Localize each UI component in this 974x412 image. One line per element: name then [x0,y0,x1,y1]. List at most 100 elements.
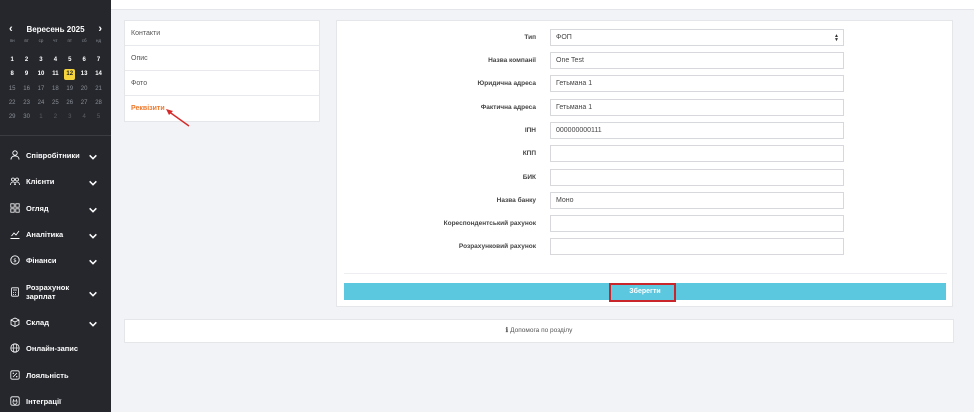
calendar-day[interactable]: 2 [48,110,62,124]
sidebar-item-label: Склад [26,317,49,327]
calendar-day[interactable]: 27 [77,96,91,110]
calendar-day[interactable]: 1 [34,110,48,124]
calendar-next-button[interactable]: › [98,23,102,35]
actual-address-label: Фактична адреса [480,104,536,111]
calendar-day[interactable]: 26 [63,96,77,110]
kpp-field[interactable] [550,145,844,162]
calendar-day[interactable]: 18 [48,82,62,96]
calendar-day[interactable]: 28 [91,96,105,110]
type-label: Тип [524,34,536,41]
sidebar-item-analytics[interactable]: Аналітика [0,224,111,244]
chevron-down-icon [89,180,97,186]
settlement-account-field[interactable] [550,238,844,255]
legal-address-label: Юридична адреса [477,80,536,87]
corr-account-field[interactable] [550,215,844,232]
calendar-day[interactable]: 22 [5,96,19,110]
sidebar-item-clients[interactable]: Клієнти [0,171,111,191]
ipn-label: ІПН [524,127,536,134]
user-icon [10,150,20,160]
form-row-bank-name: Назва банку Моно [337,192,954,209]
coin-icon: $ [10,255,20,265]
calendar-day[interactable]: 4 [77,110,91,124]
form-row-legal-address: Юридична адреса Гетьмана 1 [337,75,954,92]
sidebar-item-label: Співробітники [26,150,80,160]
calendar-today[interactable]: 12 [64,69,76,81]
weekday-label: пт [67,38,73,43]
form-row-company: Назва компанії One Test [337,52,954,69]
legal-address-field[interactable]: Гетьмана 1 [550,75,844,92]
chevron-down-icon [89,233,97,239]
chevron-down-icon [89,259,97,265]
calendar-day[interactable]: 3 [63,110,77,124]
calendar-day[interactable]: 11 [48,67,62,81]
calendar-day[interactable]: 9 [19,67,33,81]
company-name-label: Назва компанії [488,57,536,64]
sidebar-item-label: Аналітика [26,229,64,239]
calendar-day[interactable]: 5 [63,53,77,67]
sidebar-item-employees[interactable]: Співробітники [0,145,111,165]
calendar-day[interactable]: 19 [63,82,77,96]
plug-icon [10,396,20,406]
tab-contacts[interactable]: Контакти [125,21,319,46]
calendar-day[interactable]: 20 [77,82,91,96]
tab-requisites[interactable]: Реквізити [125,96,319,121]
sidebar-item-warehouse[interactable]: Склад [0,312,111,332]
calendar-day[interactable]: 23 [19,96,33,110]
calendar-day[interactable]: 25 [48,96,62,110]
sidebar-item-label: Розрахунок зарплат [26,283,70,301]
actual-address-field[interactable]: Гетьмана 1 [550,99,844,116]
calendar-month-title: Вересень 2025 [26,24,85,34]
form-row-type: Тип ФОП ▲ ▼ [337,29,954,46]
calendar-day[interactable]: 7 [91,53,105,67]
bik-label: БИК [522,174,536,181]
select-arrows-icon: ▲ ▼ [834,33,839,43]
company-name-field[interactable]: One Test [550,52,844,69]
sidebar-item-payroll[interactable]: Розрахунок зарплат [0,280,111,304]
tab-description[interactable]: Опис [125,46,319,71]
grid-icon [10,203,20,213]
chevron-down-icon [89,321,97,327]
calendar-day[interactable]: 17 [34,82,48,96]
ipn-field[interactable]: 000000000111 [550,122,844,139]
sidebar-item-label: Лояльність [26,370,69,380]
calendar-day[interactable]: 29 [5,110,19,124]
sidebar-item-overview[interactable]: Огляд [0,198,111,218]
bank-name-field[interactable]: Моно [550,192,844,209]
weekday-label: вт [24,38,29,43]
calendar-day[interactable]: 13 [77,67,91,81]
sidebar-item-finance[interactable]: $ Фінанси [0,250,111,270]
clients-icon [10,177,20,186]
calendar-day[interactable]: 14 [91,67,105,81]
calendar-day[interactable]: 12 [63,67,77,81]
save-button-label: Зберегти [629,288,661,295]
calendar-day[interactable]: 2 [19,53,33,67]
sidebar-item-online-booking[interactable]: Онлайн-запис [0,338,111,358]
calendar-day[interactable]: 21 [91,82,105,96]
requisites-form: Тип ФОП ▲ ▼ Назва компанії One Test Юриди… [336,20,953,307]
calendar-header: ‹ Вересень 2025 › [0,22,111,36]
calendar-day[interactable]: 16 [19,82,33,96]
section-tabs: Контакти Опис Фото Реквізити [124,20,320,122]
help-label: Допомога по розділу [510,327,573,334]
sidebar-item-loyalty[interactable]: Лояльність [0,365,111,385]
calendar-day[interactable]: 3 [34,53,48,67]
form-row-kpp: КПП [337,145,954,162]
sidebar-item-integrations[interactable]: Інтеграції [0,391,111,411]
calendar-day[interactable]: 30 [19,110,33,124]
chevron-down-icon [89,207,97,213]
calendar-day[interactable]: 10 [34,67,48,81]
calendar-day[interactable]: 15 [5,82,19,96]
tab-photo[interactable]: Фото [125,71,319,96]
calendar-day[interactable]: 6 [77,53,91,67]
percent-icon [10,370,20,380]
calendar-day[interactable]: 1 [5,53,19,67]
calendar-day[interactable]: 24 [34,96,48,110]
bik-field[interactable] [550,169,844,186]
help-link[interactable]: ℹ Допомога по розділу [124,319,954,343]
calendar-day[interactable]: 5 [91,110,105,124]
calendar-day[interactable]: 8 [5,67,19,81]
type-select[interactable]: ФОП ▲ ▼ [550,29,844,46]
calendar-prev-button[interactable]: ‹ [9,23,13,35]
save-button[interactable]: Зберегти [344,283,946,300]
calendar-day[interactable]: 4 [48,53,62,67]
